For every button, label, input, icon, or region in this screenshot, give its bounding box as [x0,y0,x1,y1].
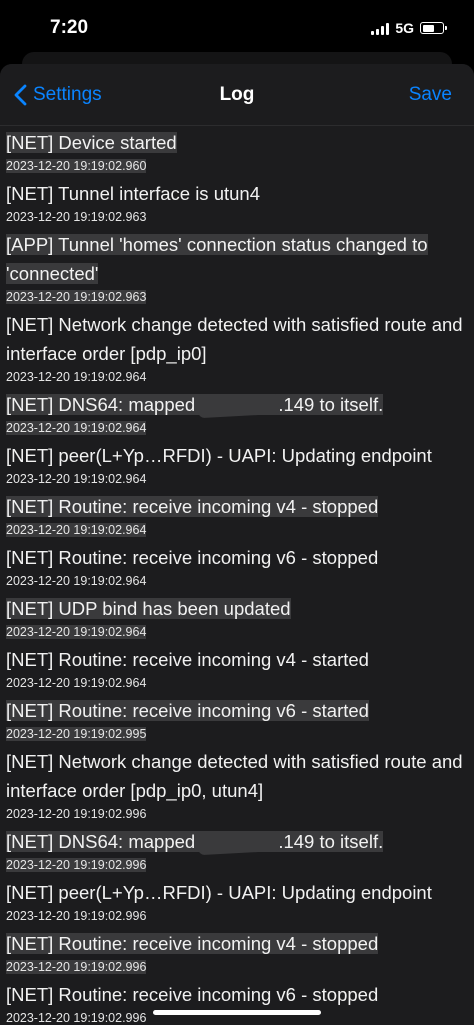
log-list[interactable]: [NET] Device started 2023-12-20 19:19:02.… [0,126,474,1025]
log-entry: [NET] Network change detected with satis… [0,747,474,827]
log-message-text: [NET] Tunnel interface is utun4 [6,183,260,204]
log-message: [NET] Network change detected with satis… [6,747,468,805]
cellular-signal-icon [371,22,390,35]
log-message: [NET] DNS64: mapped .149 to itself. [6,827,468,856]
log-message-text: [NET] Network change detected with satis… [6,314,463,364]
log-message-text: [NET] UDP bind has been updated [6,598,291,619]
log-message-text: [NET] Network change detected with satis… [6,751,463,801]
log-message-text: [NET] peer(L+Yp…RFDI) - UAPI: Updating e… [6,445,432,466]
status-indicators: 5G [371,20,447,36]
log-entry: [NET] Routine: receive incoming v4 - sto… [0,492,474,543]
log-message-text: [NET] DNS64: mapped [6,831,201,852]
log-message-text: [NET] Routine: receive incoming v4 - sto… [6,933,379,954]
log-timestamp-text: 2023-12-20 19:19:02.964 [6,676,147,690]
status-bar: 7:20 5G [0,0,474,56]
log-timestamp: 2023-12-20 19:19:02.996 [6,856,468,878]
log-message-text: [APP] Tunnel 'homes' connection status c… [6,234,428,284]
redaction-mark [197,830,281,856]
log-entry: [APP] Tunnel 'homes' connection status c… [0,230,474,310]
status-time: 7:20 [50,17,89,38]
home-indicator [153,1010,321,1015]
network-type: 5G [395,20,414,36]
log-message-text: [NET] Routine: receive incoming v6 - sto… [6,547,379,568]
log-message-text: [NET] DNS64: mapped [6,394,201,415]
log-message-text: [NET] Routine: receive incoming v4 - sta… [6,649,369,670]
log-message: [NET] Routine: receive incoming v4 - sto… [6,492,468,521]
log-timestamp: 2023-12-20 19:19:02.964 [6,368,468,390]
log-timestamp-text: 2023-12-20 19:19:02.996 [6,807,147,821]
log-message: [NET] Routine: receive incoming v4 - sta… [6,645,468,674]
log-timestamp: 2023-12-20 19:19:02.964 [6,623,468,645]
log-timestamp-text: 2023-12-20 19:19:02.964 [6,370,147,384]
log-timestamp: 2023-12-20 19:19:02.964 [6,674,468,696]
log-message-text: .149 to itself. [278,831,384,852]
log-timestamp-text: 2023-12-20 19:19:02.963 [6,210,147,224]
log-timestamp: 2023-12-20 19:19:02.964 [6,419,468,441]
log-entry: [NET] Network change detected with satis… [0,310,474,390]
log-timestamp: 2023-12-20 19:19:02.963 [6,288,468,310]
log-message: [NET] peer(L+Yp…RFDI) - UAPI: Updating e… [6,878,468,907]
log-message: [NET] Routine: receive incoming v6 - sta… [6,696,468,725]
back-button[interactable]: Settings [14,84,102,106]
log-message-text: [NET] Routine: receive incoming v4 - sto… [6,496,379,517]
log-entry: [NET] Routine: receive incoming v6 - sto… [0,980,474,1025]
save-button[interactable]: Save [409,84,452,106]
log-entry: [NET] peer(L+Yp…RFDI) - UAPI: Updating e… [0,441,474,492]
log-sheet: Settings Log Save [NET] Device started 20… [0,64,474,1025]
log-message: [NET] DNS64: mapped .149 to itself. [6,390,468,419]
log-message-text: [NET] peer(L+Yp…RFDI) - UAPI: Updating e… [6,882,432,903]
log-timestamp-text: 2023-12-20 19:19:02.964 [6,421,147,435]
log-timestamp: 2023-12-20 19:19:02.964 [6,470,468,492]
log-timestamp-text: 2023-12-20 19:19:02.964 [6,625,147,639]
log-scroll-content: [NET] Device started 2023-12-20 19:19:02.… [0,126,474,1025]
log-timestamp: 2023-12-20 19:19:02.996 [6,805,468,827]
log-timestamp-text: 2023-12-20 19:19:02.996 [6,1011,147,1025]
log-timestamp-text: 2023-12-20 19:19:02.960 [6,159,147,173]
log-entry: [NET] Routine: receive incoming v4 - sto… [0,929,474,980]
log-message: [NET] Tunnel interface is utun4 [6,179,468,208]
log-message: [NET] Routine: receive incoming v4 - sto… [6,929,468,958]
log-message: [NET] Routine: receive incoming v6 - sto… [6,980,468,1009]
log-timestamp-text: 2023-12-20 19:19:02.996 [6,909,147,923]
log-message: [NET] peer(L+Yp…RFDI) - UAPI: Updating e… [6,441,468,470]
log-timestamp: 2023-12-20 19:19:02.995 [6,725,468,747]
log-timestamp: 2023-12-20 19:19:02.996 [6,907,468,929]
log-entry: [NET] peer(L+Yp…RFDI) - UAPI: Updating e… [0,878,474,929]
log-timestamp-text: 2023-12-20 19:19:02.964 [6,523,147,537]
log-entry: [NET] Routine: receive incoming v4 - sta… [0,645,474,696]
log-message-text: [NET] Routine: receive incoming v6 - sta… [6,700,369,721]
log-timestamp: 2023-12-20 19:19:02.996 [6,958,468,980]
chevron-left-icon [14,84,27,105]
log-timestamp-text: 2023-12-20 19:19:02.996 [6,858,147,872]
redaction-mark [197,393,281,419]
battery-icon [420,22,447,34]
log-message: [NET] Routine: receive incoming v6 - sto… [6,543,468,572]
log-entry: [NET] Device started 2023-12-20 19:19:02.… [0,128,474,179]
log-timestamp-text: 2023-12-20 19:19:02.996 [6,960,147,974]
log-message: [APP] Tunnel 'homes' connection status c… [6,230,468,288]
log-entry: [NET] Routine: receive incoming v6 - sto… [0,543,474,594]
log-entry: [NET] DNS64: mapped .149 to itself. 2023-… [0,390,474,441]
log-entry: [NET] DNS64: mapped .149 to itself. 2023-… [0,827,474,878]
log-timestamp: 2023-12-20 19:19:02.963 [6,208,468,230]
log-message-text: [NET] Device started [6,132,177,153]
log-message: [NET] UDP bind has been updated [6,594,468,623]
log-message: [NET] Device started [6,128,468,157]
log-timestamp-text: 2023-12-20 19:19:02.964 [6,574,147,588]
log-message-text: .149 to itself. [278,394,384,415]
log-timestamp-text: 2023-12-20 19:19:02.964 [6,472,147,486]
log-entry: [NET] UDP bind has been updated 2023-12-2… [0,594,474,645]
log-entry: [NET] Routine: receive incoming v6 - sta… [0,696,474,747]
navigation-bar: Settings Log Save [0,64,474,126]
log-entry: [NET] Tunnel interface is utun4 2023-12-2… [0,179,474,230]
log-message: [NET] Network change detected with satis… [6,310,468,368]
log-message-text: [NET] Routine: receive incoming v6 - sto… [6,984,379,1005]
back-button-label: Settings [33,83,102,105]
log-timestamp: 2023-12-20 19:19:02.964 [6,521,468,543]
log-timestamp-text: 2023-12-20 19:19:02.963 [6,290,147,304]
log-timestamp-text: 2023-12-20 19:19:02.995 [6,727,147,741]
log-timestamp: 2023-12-20 19:19:02.964 [6,572,468,594]
log-timestamp: 2023-12-20 19:19:02.960 [6,157,468,179]
